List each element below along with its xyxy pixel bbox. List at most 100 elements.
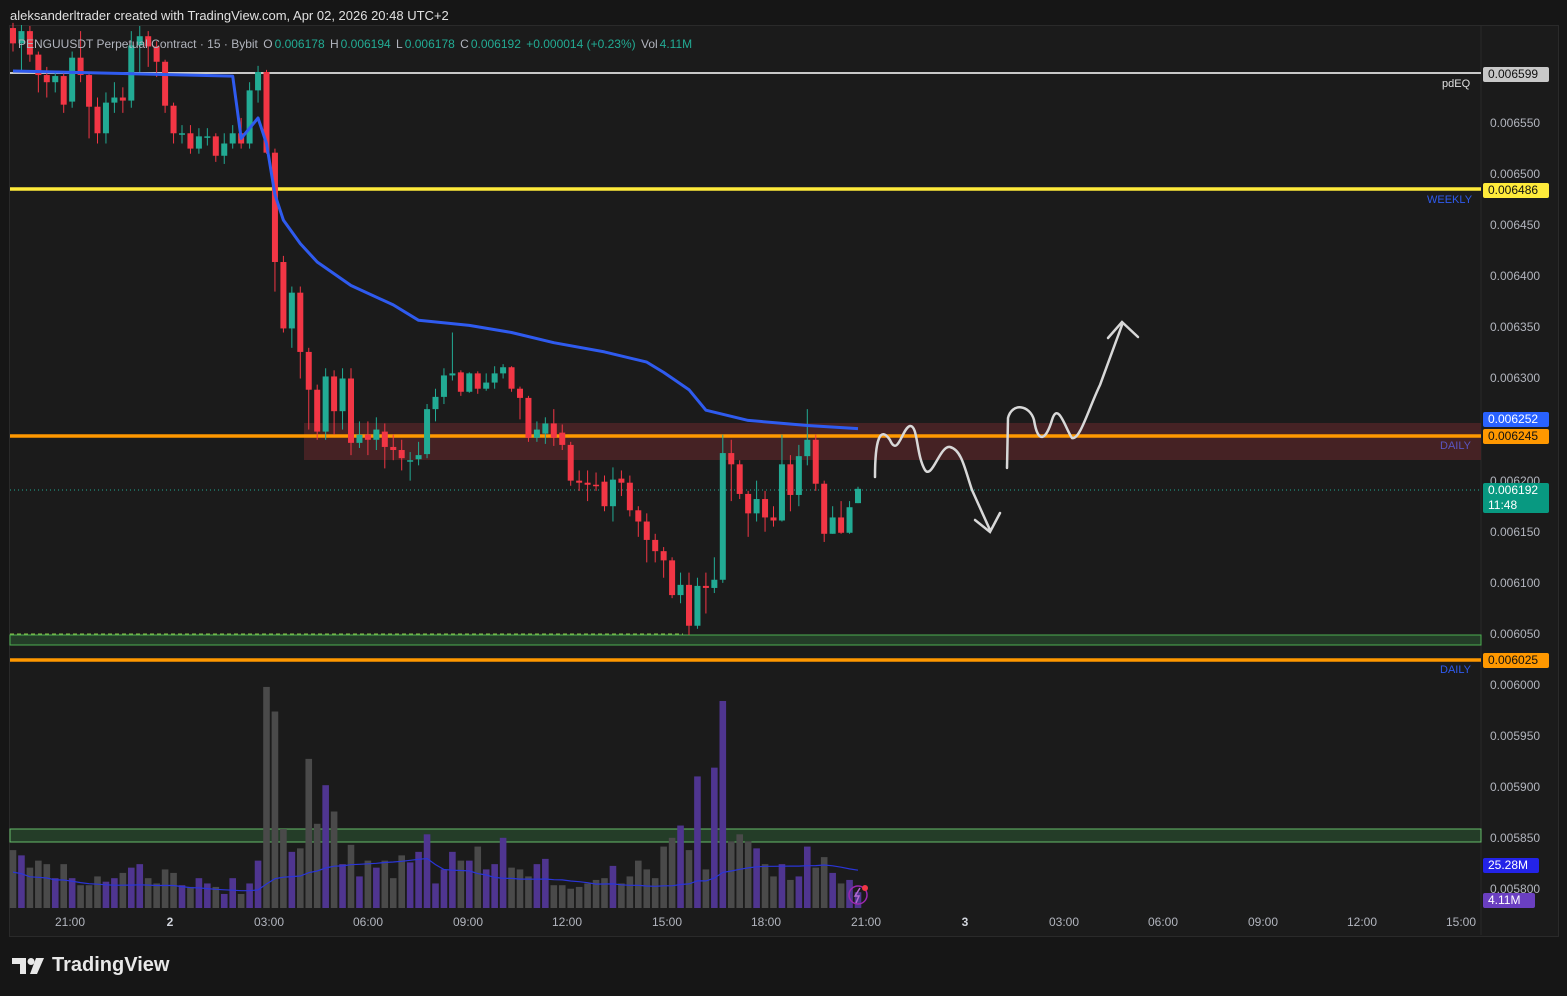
volume-bar [525,876,532,908]
candle[interactable] [322,368,329,440]
candle[interactable] [280,255,287,333]
candle[interactable] [271,148,278,292]
time-axis-label: 03:00 [253,915,285,929]
candle[interactable] [618,470,625,496]
candle[interactable] [855,486,861,504]
candle[interactable] [52,71,59,93]
candle[interactable] [787,455,794,512]
candle[interactable] [305,347,312,430]
candle[interactable] [288,286,295,348]
candle[interactable] [576,470,583,491]
candle[interactable] [652,533,659,563]
candle[interactable] [821,480,828,542]
tradingview-logo[interactable]: TradingView [12,954,169,977]
candle[interactable] [770,506,777,527]
candle[interactable] [466,372,473,393]
candle-body [762,499,769,518]
candle[interactable] [111,82,118,113]
candle-body [677,584,684,596]
candle[interactable] [457,370,464,396]
candle[interactable] [702,572,709,614]
candle[interactable] [508,366,515,392]
candle[interactable] [94,97,101,144]
price-chart[interactable] [0,0,1567,996]
candle[interactable] [348,368,354,456]
candle[interactable] [669,557,676,599]
time-axis-label: 21:00 [850,915,882,929]
candle[interactable] [635,506,642,537]
candle[interactable] [686,572,692,635]
support-zone[interactable] [9,634,1482,646]
candle[interactable] [838,501,845,534]
candle[interactable] [483,373,490,391]
candle[interactable] [339,368,346,430]
candle[interactable] [601,475,608,512]
candle-body [694,585,701,626]
candle[interactable] [719,434,726,583]
time-axis-label: 06:00 [352,915,384,929]
candle[interactable] [812,434,819,491]
candle-body [314,389,321,432]
candle-body [424,409,431,455]
candle[interactable] [593,472,600,491]
candle[interactable] [86,71,93,139]
candle[interactable] [119,87,126,113]
candle[interactable] [567,441,574,486]
candle[interactable] [229,125,236,149]
candle-body [584,482,591,485]
candle[interactable] [711,557,718,594]
candle[interactable] [195,128,202,154]
candle[interactable] [762,490,769,532]
candle[interactable] [736,460,743,500]
candle[interactable] [170,102,177,144]
candle[interactable] [626,475,633,517]
candle[interactable] [829,506,836,534]
volume-label: Vol [640,37,658,51]
candle[interactable] [432,388,439,422]
candle[interactable] [491,366,498,389]
candle[interactable] [677,572,684,604]
symbol-name[interactable]: PENGUUSDT Perpetual Contract · 15 · Bybi… [18,37,258,51]
candle[interactable] [187,125,194,154]
candle[interactable] [204,128,211,146]
candle[interactable] [102,92,109,144]
volume-bar [347,844,355,908]
volume-zone[interactable] [9,828,1482,843]
candle[interactable] [221,133,228,164]
candle[interactable] [753,480,760,522]
daily-resistance-zone[interactable] [304,423,1481,460]
volume-bar [136,864,144,908]
candle[interactable] [162,59,169,113]
high-label: H [329,37,339,51]
candle[interactable] [246,82,253,149]
candle-body [483,382,490,389]
candle[interactable] [440,368,447,405]
candle[interactable] [212,133,219,162]
candle[interactable] [297,286,304,379]
candle[interactable] [500,364,507,379]
candle[interactable] [584,470,591,502]
candle[interactable] [745,490,752,537]
candle[interactable] [179,125,185,144]
candle[interactable] [60,71,67,113]
candle[interactable] [449,332,456,381]
volume-bar [263,686,270,908]
candle[interactable] [255,65,262,103]
candle-body [778,464,785,521]
candle[interactable] [643,513,650,563]
volume-bar [685,850,693,908]
pdeq-label: pdEQ [1442,78,1471,90]
candle[interactable] [517,386,523,420]
volume-bar [466,860,473,908]
candle[interactable] [69,51,76,108]
candle-body [593,484,600,487]
candle[interactable] [846,501,853,534]
candle[interactable] [424,404,431,459]
candle[interactable] [694,577,701,629]
candle[interactable] [525,395,532,442]
candle[interactable] [609,467,616,522]
candle[interactable] [314,384,321,440]
candle[interactable] [474,371,481,394]
candle[interactable] [660,547,667,578]
candle[interactable] [10,22,16,52]
